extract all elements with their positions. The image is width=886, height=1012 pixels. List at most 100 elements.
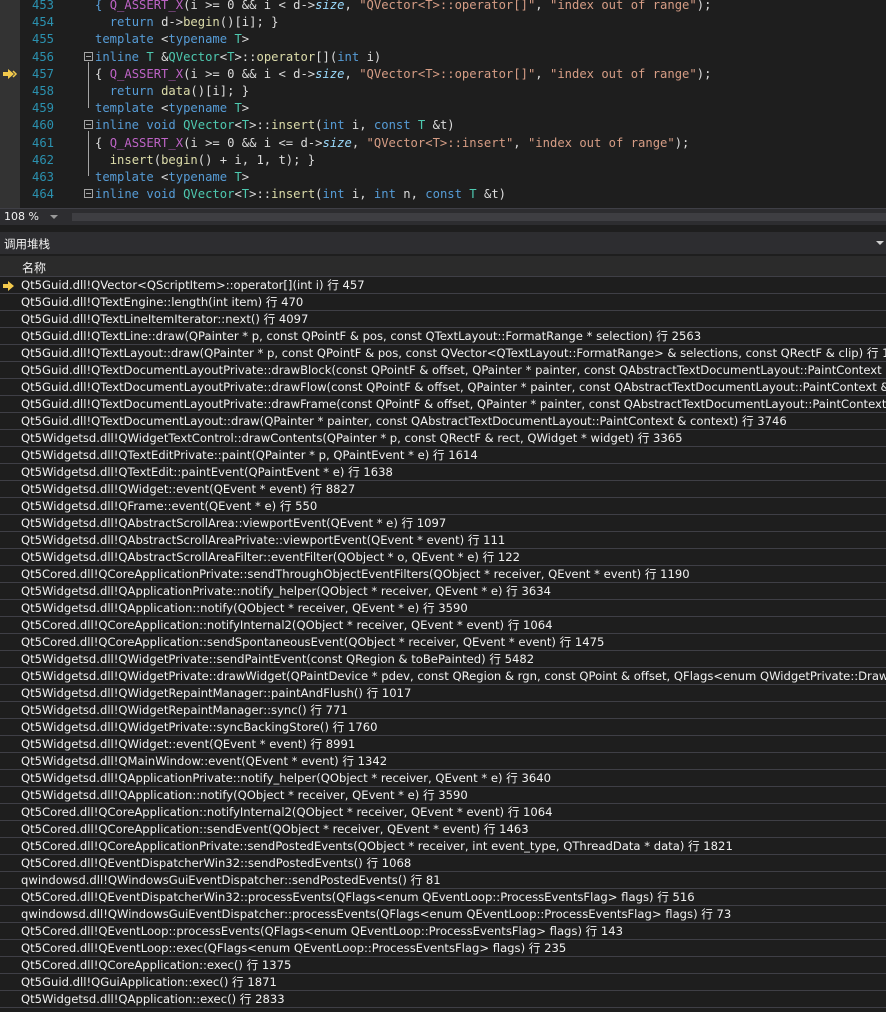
callstack-frame-row[interactable]: Qt5Guid.dll!QGuiApplication::exec() 行 18… — [0, 974, 886, 991]
code-line[interactable]: 454 return d->begin()[i]; } — [0, 14, 886, 31]
code-token: T — [234, 169, 242, 184]
callstack-frame-text: Qt5Widgetsd.dll!QApplicationPrivate::not… — [21, 584, 551, 598]
callstack-frame-text: Qt5Guid.dll!QGuiApplication::exec() 行 18… — [21, 975, 277, 989]
callstack-frame-row[interactable]: Qt5Widgetsd.dll!QWidgetRepaintManager::p… — [0, 685, 886, 702]
callstack-frame-row[interactable]: Qt5Cored.dll!QCoreApplicationPrivate::se… — [0, 566, 886, 583]
callstack-frame-row[interactable]: qwindowsd.dll!QWindowsGuiEventDispatcher… — [0, 872, 886, 889]
callstack-frame-row[interactable]: Qt5Cored.dll!QCoreApplication::notifyInt… — [0, 617, 886, 634]
code-token: "index out of range" — [549, 66, 697, 81]
callstack-frame-text: Qt5Widgetsd.dll!QApplicationPrivate::not… — [21, 771, 551, 785]
callstack-frame-row[interactable]: Qt5Guid.dll!QTextLayout::draw(QPainter *… — [0, 345, 886, 362]
callstack-frame-row[interactable]: Qt5Guid.dll!QTextLine::draw(QPainter * p… — [0, 328, 886, 345]
callstack-frame-row[interactable]: Qt5Guid.dll!QTextLineItemIterator::next(… — [0, 311, 886, 328]
code-text: return d->begin()[i]; } — [95, 14, 279, 31]
code-line[interactable]: 456 inline T &QVector<T>::operator[](int … — [0, 49, 886, 66]
callstack-frame-row[interactable]: Qt5Widgetsd.dll!QWidgetPrivate::syncBack… — [0, 719, 886, 736]
callstack-frame-row[interactable]: Qt5Widgetsd.dll!QTextEditPrivate::paint(… — [0, 447, 886, 464]
code-token: insert — [109, 152, 154, 167]
callstack-frame-text: Qt5Widgetsd.dll!QWidgetPrivate::syncBack… — [21, 720, 378, 734]
callstack-frame-text: Qt5Widgetsd.dll!QMainWindow::event(QEven… — [21, 754, 388, 768]
code-text: insert(begin() + i, 1, t); } — [95, 152, 315, 169]
line-number: 463 — [31, 169, 54, 184]
callstack-frame-row[interactable]: Qt5Cored.dll!QEventLoop::processEvents(Q… — [0, 923, 886, 940]
callstack-frame-row[interactable]: Qt5Widgetsd.dll!QApplicationPrivate::not… — [0, 583, 886, 600]
callstack-frame-row[interactable]: Qt5Guid.dll!QTextDocumentLayoutPrivate::… — [0, 396, 886, 413]
callstack-frame-row[interactable]: Qt5Guid.dll!QTextDocumentLayoutPrivate::… — [0, 379, 886, 396]
code-token: T — [469, 187, 484, 202]
callstack-frame-row[interactable]: Qt5Widgetsd.dll!QWidget::event(QEvent * … — [0, 481, 886, 498]
code-token: , — [513, 135, 528, 150]
callstack-frame-row[interactable]: Qt5Widgetsd.dll!QWidgetRepaintManager::s… — [0, 702, 886, 719]
callstack-frame-text: Qt5Cored.dll!QCoreApplication::exec() 行 … — [21, 958, 292, 972]
collapse-region-icon[interactable] — [84, 51, 93, 61]
callstack-frame-text: Qt5Guid.dll!QTextEngine::length(int item… — [21, 295, 304, 309]
callstack-frame-row[interactable]: Qt5Widgetsd.dll!QTextEdit::paintEvent(QP… — [0, 464, 886, 481]
code-line[interactable]: 460 inline void QVector< T >::insert(int i,… — [0, 117, 886, 134]
callstack-frame-row[interactable]: Qt5Cored.dll!QEventDispatcherWin32::send… — [0, 855, 886, 872]
callstack-frame-text: Qt5Cored.dll!QEventDispatcherWin32::send… — [21, 856, 412, 870]
code-token: insert — [271, 118, 316, 133]
callstack-frame-row[interactable]: Qt5Guid.dll!QTextDocumentLayout::draw(QP… — [0, 413, 886, 430]
callstack-frame-row[interactable]: Qt5Cored.dll!QCoreApplication::exec() 行 … — [0, 957, 886, 974]
code-token: i, — [351, 118, 374, 133]
code-token: inline void — [95, 118, 184, 133]
code-line[interactable]: 463 template <typename T> — [0, 169, 886, 186]
code-token: () + i, 1, t); } — [197, 152, 316, 167]
callstack-frame-row[interactable]: Qt5Cored.dll!QCoreApplication::sendSpont… — [0, 634, 886, 651]
callstack-frame-row[interactable]: Qt5Guid.dll!QVector<QScriptItem>::operat… — [0, 277, 886, 294]
callstack-frame-row[interactable]: Qt5Widgetsd.dll!QAbstractScrollAreaPriva… — [0, 532, 886, 549]
collapse-region-icon[interactable] — [84, 120, 93, 130]
callstack-frame-row[interactable]: Qt5Cored.dll!QCoreApplicationPrivate::se… — [0, 838, 886, 855]
callstack-frame-row[interactable]: Qt5Widgetsd.dll!QWidgetPrivate::drawWidg… — [0, 668, 886, 685]
callstack-frame-row[interactable]: Qt5Widgetsd.dll!QWidgetPrivate::sendPain… — [0, 651, 886, 668]
code-line[interactable]: 453 { Q_ASSERT_X(i >= 0 && i < d->size, "… — [0, 0, 886, 14]
callstack-frame-row[interactable]: Qt5Cored.dll!QCoreApplication::sendEvent… — [0, 821, 886, 838]
callstack-frame-row[interactable]: Qt5Widgetsd.dll!QWidgetTextControl::draw… — [0, 430, 886, 447]
callstack-frame-row[interactable]: Qt5Cored.dll!QCoreApplication::notifyInt… — [0, 804, 886, 821]
collapse-region-icon[interactable] — [84, 189, 93, 199]
horizontal-scrollbar[interactable] — [72, 213, 886, 221]
code-text: { Q_ASSERT_X(i >= 0 && i < d->size, "QVe… — [95, 66, 711, 83]
callstack-frame-row[interactable]: Qt5Widgetsd.dll!QWidget::event(QEvent * … — [0, 736, 886, 753]
line-number: 457 — [31, 66, 54, 81]
callstack-list[interactable]: Qt5Guid.dll!QVector<QScriptItem>::operat… — [0, 277, 886, 1012]
code-text: inline void QVector<T>::insert(int i, in… — [95, 186, 506, 203]
code-line[interactable]: 459 template <typename T> — [0, 100, 886, 117]
code-editor[interactable]: 453{ Q_ASSERT_X(i >= 0 && i < d->size, "… — [0, 0, 886, 208]
zoom-level[interactable]: 108 % — [4, 210, 39, 223]
callstack-frame-row[interactable]: Qt5Widgetsd.dll!QApplicationPrivate::not… — [0, 770, 886, 787]
callstack-frame-row[interactable]: Qt5Widgetsd.dll!QApplication::notify(QOb… — [0, 600, 886, 617]
code-token: const — [373, 118, 418, 133]
zoom-dropdown-icon[interactable] — [50, 215, 58, 219]
callstack-frame-row[interactable]: Qt5Widgetsd.dll!QMainWindow::event(QEven… — [0, 753, 886, 770]
panel-menu-dropdown-icon[interactable] — [876, 241, 884, 245]
code-line[interactable]: 455 template <typename T> — [0, 31, 886, 48]
callstack-frame-row[interactable]: Qt5Guid.dll!QTextDocumentLayoutPrivate::… — [0, 362, 886, 379]
code-line[interactable]: 458 return data()[i]; } — [0, 83, 886, 100]
callstack-frame-row[interactable]: Qt5Cored.dll!QEventLoop::exec(QFlags<enu… — [0, 940, 886, 957]
callstack-frame-row[interactable]: Qt5Widgetsd.dll!QFrame::event(QEvent * e… — [0, 498, 886, 515]
column-header-name[interactable]: 名称 — [22, 259, 46, 276]
callstack-frame-row[interactable]: Qt5Cored.dll!QEventDispatcherWin32::proc… — [0, 889, 886, 906]
callstack-frame-text: Qt5Widgetsd.dll!QApplication::notify(QOb… — [21, 788, 468, 802]
callstack-frame-row[interactable]: qwindowsd.dll!QWindowsGuiEventDispatcher… — [0, 906, 886, 923]
callstack-frame-row[interactable]: Qt5Widgetsd.dll!QApplication::exec() 行 2… — [0, 991, 886, 1008]
callstack-frame-text: Qt5Cored.dll!QCoreApplication::sendEvent… — [21, 822, 529, 836]
callstack-frame-row[interactable]: Qt5Widgetsd.dll!QAbstractScrollArea::vie… — [0, 515, 886, 532]
code-token: (i >= 0 && i < d-> — [183, 0, 316, 12]
callstack-frame-row[interactable]: Qt5Widgetsd.dll!QApplication::notify(QOb… — [0, 787, 886, 804]
callstack-frame-text: Qt5Guid.dll!QTextDocumentLayoutPrivate::… — [21, 397, 886, 411]
code-token: >:: — [249, 118, 272, 133]
callstack-frame-text: Qt5Cored.dll!QEventDispatcherWin32::proc… — [21, 890, 695, 904]
code-token: QVector — [183, 187, 235, 202]
callstack-frame-row[interactable]: Qt5Guid.dll!QTextEngine::length(int item… — [0, 294, 886, 311]
code-line[interactable]: 464 inline void QVector<T>::insert(int i,… — [0, 186, 886, 203]
line-number: 461 — [31, 135, 54, 150]
code-line[interactable]: 461 { Q_ASSERT_X(i >= 0 && i <= d->size, … — [0, 135, 886, 152]
code-line[interactable]: 462 insert(begin() + i, 1, t); } — [0, 152, 886, 169]
callstack-frame-row[interactable]: Qt5Widgetsd.dll!QAbstractScrollAreaFilte… — [0, 549, 886, 566]
code-line[interactable]: 457 { Q_ASSERT_X(i >= 0 && i < d->size, "… — [0, 66, 886, 83]
callstack-frame-text: Qt5Widgetsd.dll!QAbstractScrollAreaFilte… — [21, 550, 521, 564]
code-token: int — [373, 187, 404, 202]
